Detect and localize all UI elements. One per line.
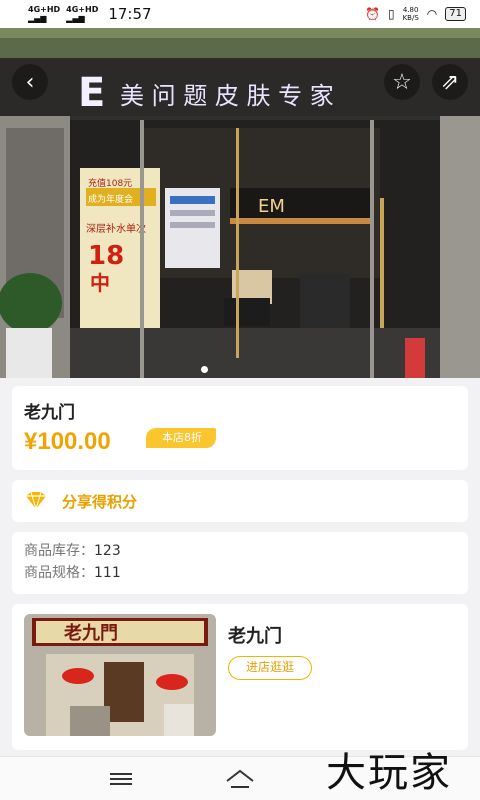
product-title: 老九门 — [24, 403, 75, 423]
chevron-left-icon: ‹ — [25, 69, 35, 95]
watermark: 大玩家 — [326, 750, 452, 796]
share-points-label: 分享得积分 — [62, 492, 138, 511]
product-hero-image: E 美 问 题 皮 肤 专 家 充值108元 成为年度会 深层补水单次 18 中… — [0, 28, 480, 378]
shop-photo: 老九門 — [24, 614, 216, 736]
stock-value: 123 — [94, 543, 121, 559]
nav-menu-button[interactable] — [104, 767, 138, 791]
stock-line: 商品库存：123 — [24, 540, 456, 562]
shop-card: 老九門 老九门 进店逛逛 — [12, 604, 468, 750]
share-icon: ⇗ — [440, 69, 460, 95]
home-icon — [226, 769, 254, 788]
inner-sign: EM — [258, 196, 285, 217]
carousel-indicator — [201, 366, 208, 373]
visit-shop-button[interactable]: 进店逛逛 — [228, 656, 312, 680]
shop-image[interactable]: 老九門 — [24, 614, 216, 736]
svg-text:成为年度会: 成为年度会 — [88, 193, 133, 205]
product-info-card: 商品库存：123 商品规格：111 — [12, 532, 468, 594]
svg-text:中: 中 — [90, 271, 110, 295]
status-bar: 4G+HD ▂▄▆ 4G+HD ▂▄▆ 17:57 ⏰ ▯ 4.80 KB/S ◠ 7… — [0, 0, 480, 28]
nav-home-button[interactable] — [223, 767, 257, 791]
network-indicator-2: 4G+HD ▂▄▆ — [66, 5, 99, 23]
svg-text:18: 18 — [88, 241, 124, 271]
spec-line: 商品规格：111 — [24, 562, 456, 584]
star-icon: ☆ — [392, 69, 412, 95]
sign-letter: E — [78, 70, 105, 116]
favorite-button[interactable]: ☆ — [384, 64, 420, 100]
network-indicator-1: 4G+HD ▂▄▆ — [28, 5, 61, 23]
discount-badge: 本店8折 — [146, 428, 216, 448]
svg-text:深层补水单次: 深层补水单次 — [86, 222, 146, 235]
vibrate-icon: ▯ — [387, 7, 395, 21]
wifi-icon: ◠ — [426, 7, 438, 21]
stock-label: 商品库存： — [24, 543, 94, 559]
menu-icon — [110, 773, 132, 785]
share-button[interactable]: ⇗ — [432, 64, 468, 100]
back-button[interactable]: ‹ — [12, 64, 48, 100]
shop-sign: 老九門 — [64, 622, 118, 644]
sign-text: 美 问 题 皮 肤 专 家 — [120, 82, 334, 110]
share-points-row[interactable]: 分享得积分 — [12, 480, 468, 522]
svg-text:充值108元: 充值108元 — [88, 177, 132, 189]
shop-name: 老九门 — [228, 626, 282, 647]
network-speed: 4.80 KB/S — [402, 6, 419, 22]
battery-indicator: 71 — [445, 7, 466, 21]
alarm-icon: ⏰ — [365, 7, 380, 21]
spec-value: 111 — [94, 565, 121, 581]
diamond-icon — [26, 492, 46, 510]
clock: 17:57 — [108, 5, 152, 23]
product-price: ¥100.00 — [24, 428, 111, 455]
spec-label: 商品规格： — [24, 565, 94, 581]
